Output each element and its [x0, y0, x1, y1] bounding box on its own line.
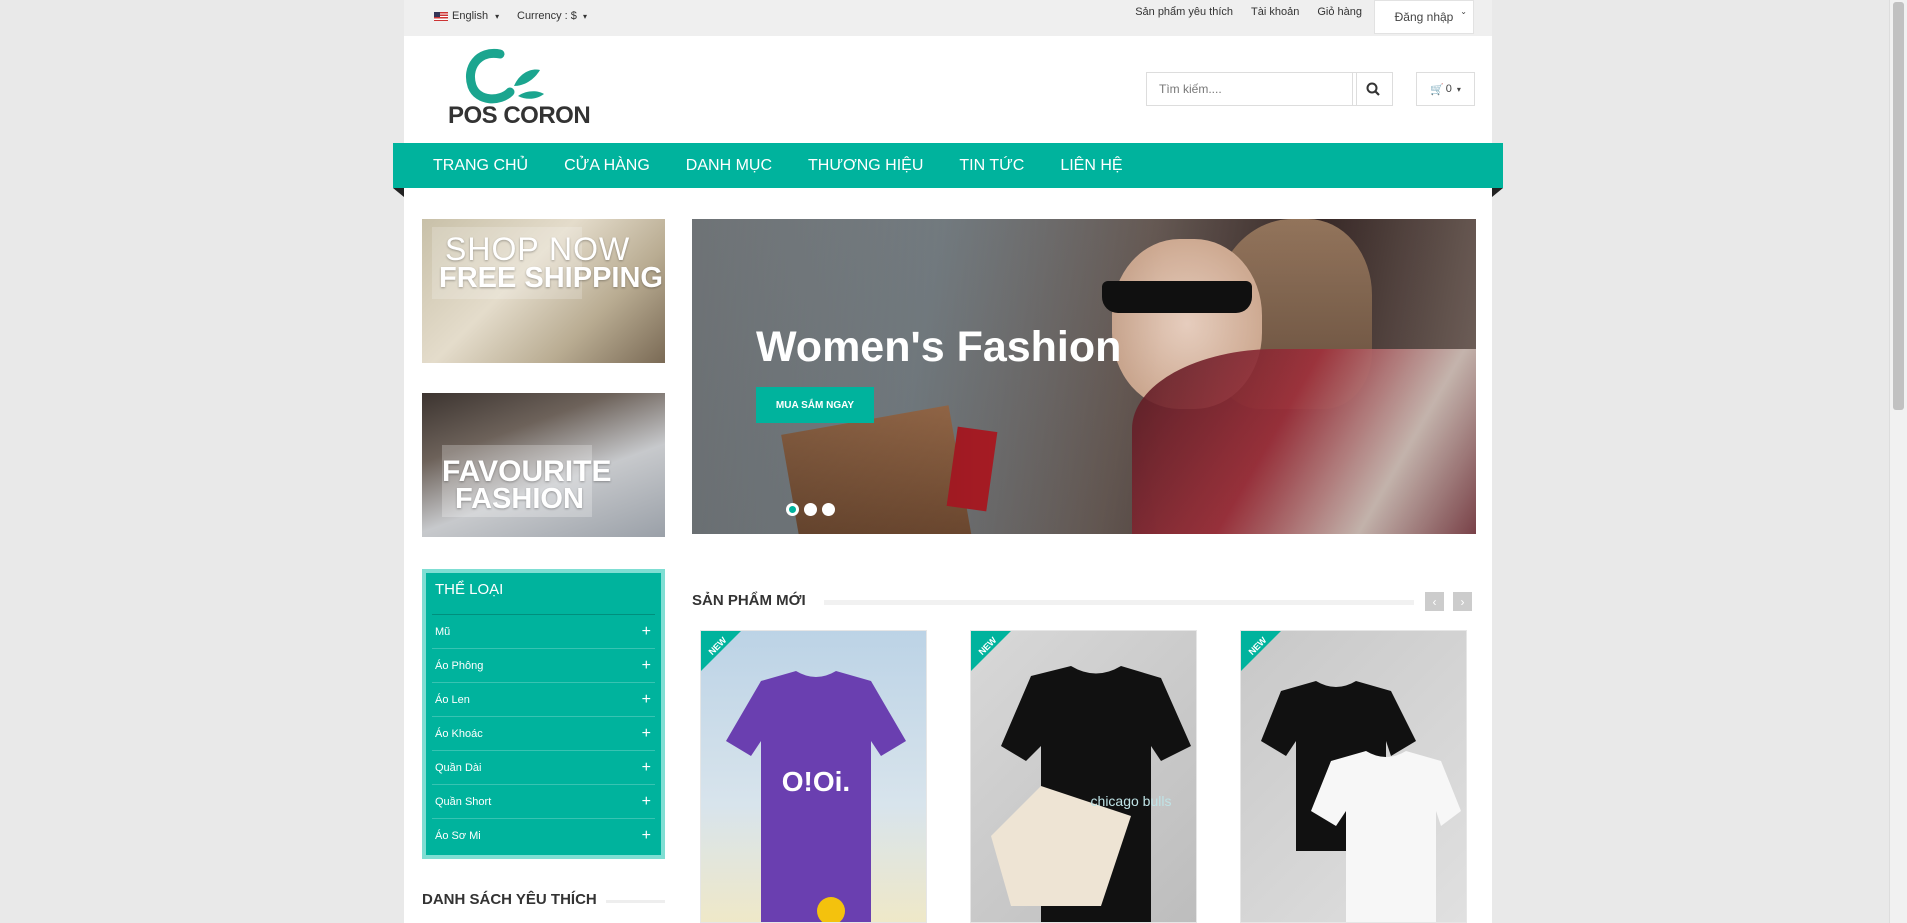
page-scrollbar[interactable] [1889, 0, 1907, 923]
category-panel: THỂ LOẠI Mũ + Áo Phông + Áo Len + Áo Khoác +… [422, 569, 665, 859]
cart-icon: 🛒 [1430, 83, 1444, 96]
scroll-thumb[interactable] [1893, 2, 1904, 410]
banner-shop-now: SHOP NOW [445, 231, 631, 267]
account-link[interactable]: Tài khoản [1251, 6, 1299, 18]
search-placeholder: Tìm kiếm.... [1159, 82, 1222, 96]
product-print-text: chicago bulls [1091, 793, 1172, 809]
nav-brands[interactable]: THƯƠNG HIỆU [808, 157, 923, 175]
logo-text: POS CORON [448, 102, 591, 129]
page-container: English ▾ Currency : $ ▾ Sản phẩm yêu th… [393, 0, 1503, 923]
nav-home[interactable]: TRANG CHỦ [433, 157, 528, 175]
language-selector[interactable]: English ▾ [434, 10, 499, 22]
category-label: Mũ [435, 625, 451, 638]
category-label: Quần Dài [435, 761, 482, 774]
logo-mark-icon [466, 48, 544, 104]
category-label: Quần Short [435, 795, 492, 808]
shop-now-button[interactable]: MUA SẮM NGAY [756, 387, 874, 423]
slider-dot-2[interactable] [804, 503, 817, 516]
search-icon [1366, 82, 1380, 96]
product-card-1[interactable]: O!Oi. NEW [700, 630, 927, 923]
chevron-down-icon: ▾ [1456, 84, 1461, 94]
banner-fashion: FASHION [455, 483, 584, 515]
slider-dot-3[interactable] [822, 503, 835, 516]
banner-free-shipping: FREE SHIPPING [439, 262, 663, 294]
category-item-shorts[interactable]: Quần Short + [432, 785, 655, 819]
category-item-hats[interactable]: Mũ + [432, 615, 655, 649]
category-item-trousers[interactable]: Quần Dài + [432, 751, 655, 785]
category-label: Áo Khoác [435, 727, 483, 740]
chevron-down-icon: ⌄ [1460, 7, 1467, 16]
main-nav: TRANG CHỦ CỬA HÀNG DANH MỤC THƯƠNG HIỆU … [393, 143, 1503, 188]
wishlist-link[interactable]: Sản phẩm yêu thích [1135, 6, 1233, 18]
category-item-shirts[interactable]: Áo Sơ Mi + [432, 819, 655, 852]
prev-arrow-icon[interactable]: ‹ [1425, 592, 1444, 611]
next-arrow-icon[interactable]: › [1453, 592, 1472, 611]
search-button[interactable] [1352, 72, 1393, 106]
category-label: Áo Phông [435, 659, 484, 672]
hero-shade [692, 219, 1476, 534]
login-label: Đăng nhập [1394, 10, 1454, 24]
shipping-banner[interactable]: SHOP NOW FREE SHIPPING [422, 219, 665, 363]
us-flag-icon [434, 11, 448, 21]
expand-plus-icon[interactable]: + [642, 793, 651, 811]
expand-plus-icon[interactable]: + [642, 623, 651, 641]
expand-plus-icon[interactable]: + [642, 725, 651, 743]
expand-plus-icon[interactable]: + [642, 657, 651, 675]
nav-shop[interactable]: CỬA HÀNG [564, 157, 650, 175]
slider-dots [786, 503, 835, 516]
nav-contact[interactable]: LIÊN HỆ [1060, 157, 1122, 175]
product-card-2[interactable]: chicago bulls NEW [970, 630, 1197, 923]
category-item-tshirts[interactable]: Áo Phông + [432, 649, 655, 683]
chevron-down-icon: ▾ [582, 12, 587, 21]
new-products-title: SẢN PHẨM MỚI [692, 592, 806, 609]
top-links: Sản phẩm yêu thích Tài khoản Giỏ hàng [1135, 6, 1362, 18]
expand-plus-icon[interactable]: + [642, 827, 651, 845]
category-title: THỂ LOẠI [432, 573, 655, 615]
category-label: Áo Len [435, 693, 470, 706]
hero-slider[interactable]: Women's Fashion MUA SẮM NGAY [692, 219, 1476, 534]
site-header: POS CORON Tìm kiếm.... 🛒 0 ▾ [404, 36, 1492, 143]
category-label: Áo Sơ Mi [435, 829, 481, 842]
site-logo[interactable]: POS CORON [448, 46, 591, 134]
expand-plus-icon[interactable]: + [642, 691, 651, 709]
product-card-3[interactable]: NEW [1240, 630, 1467, 923]
currency-label: Currency : $ [517, 10, 577, 22]
divider [606, 900, 665, 903]
chevron-down-icon: ▾ [495, 11, 500, 21]
language-label: English [452, 10, 489, 22]
cart-button[interactable]: 🛒 0 ▾ [1416, 72, 1475, 106]
wishlist-title: DANH SÁCH YÊU THÍCH [422, 891, 597, 908]
category-item-sweaters[interactable]: Áo Len + [432, 683, 655, 717]
nav-news[interactable]: TIN TỨC [959, 157, 1024, 175]
divider [824, 600, 1414, 605]
top-bar: English ▾ Currency : $ ▾ Sản phẩm yêu th… [404, 0, 1492, 36]
nav-categories[interactable]: DANH MỤC [686, 157, 772, 175]
product-print-text: O!Oi. [782, 766, 850, 797]
cart-count: 0 [1445, 83, 1452, 95]
black-tshirt-image: chicago bulls [991, 666, 1191, 922]
login-dropdown[interactable]: Đăng nhập ⌄ [1374, 0, 1474, 34]
currency-selector[interactable]: Currency : $ ▾ [517, 10, 587, 22]
cart-link[interactable]: Giỏ hàng [1317, 6, 1362, 18]
search-input[interactable]: Tìm kiếm.... [1146, 72, 1357, 106]
black-white-tshirts-image [1261, 681, 1461, 922]
expand-plus-icon[interactable]: + [642, 759, 651, 777]
nav-fold-right [1492, 188, 1503, 197]
favourite-banner[interactable]: FAVOURITE FASHION [422, 393, 665, 537]
purple-tshirt-image: O!Oi. [726, 671, 906, 922]
nav-fold-left [393, 188, 404, 197]
slider-dot-1[interactable] [786, 503, 799, 516]
category-item-jackets[interactable]: Áo Khoác + [432, 717, 655, 751]
hero-title: Women's Fashion [756, 323, 1122, 371]
